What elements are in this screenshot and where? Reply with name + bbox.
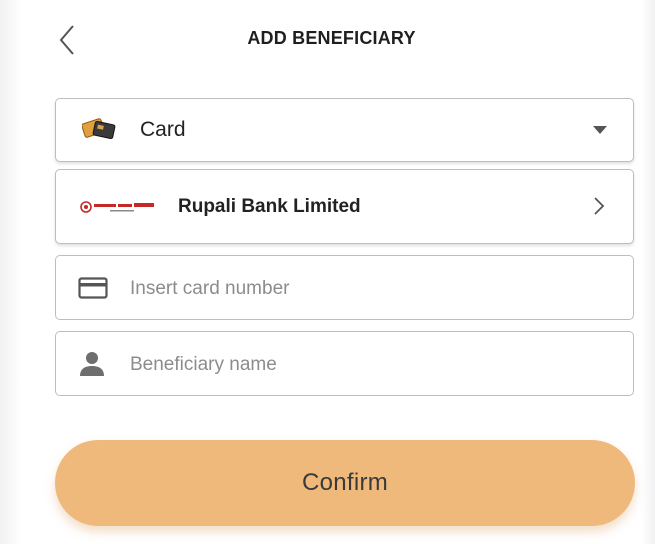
payment-type-value: Card [140, 118, 186, 141]
header-bar: ADD BENEFICIARY [22, 14, 641, 66]
caret-down-icon [593, 126, 607, 134]
right-edge-shadow [641, 0, 655, 544]
chevron-right-icon [594, 197, 605, 215]
card-number-field[interactable] [55, 255, 634, 321]
bank-name: Rupali Bank Limited [178, 195, 361, 217]
add-beneficiary-screen: ADD BENEFICIARY Card Rupali Bank Limited [0, 0, 655, 544]
left-edge-shadow [0, 0, 22, 544]
confirm-button-label: Confirm [301, 469, 389, 496]
payment-type-select[interactable]: Card [55, 98, 634, 162]
person-icon [80, 352, 104, 376]
card-number-input[interactable] [128, 256, 617, 321]
card-icon [82, 118, 116, 140]
beneficiary-name-input[interactable] [128, 332, 617, 397]
confirm-button[interactable]: Confirm [55, 440, 635, 526]
beneficiary-name-field[interactable] [55, 331, 634, 397]
credit-card-icon [78, 277, 108, 299]
rupali-bank-logo [80, 201, 154, 213]
bank-select[interactable]: Rupali Bank Limited [55, 169, 634, 244]
page-title: ADD BENEFICIARY [247, 28, 416, 48]
